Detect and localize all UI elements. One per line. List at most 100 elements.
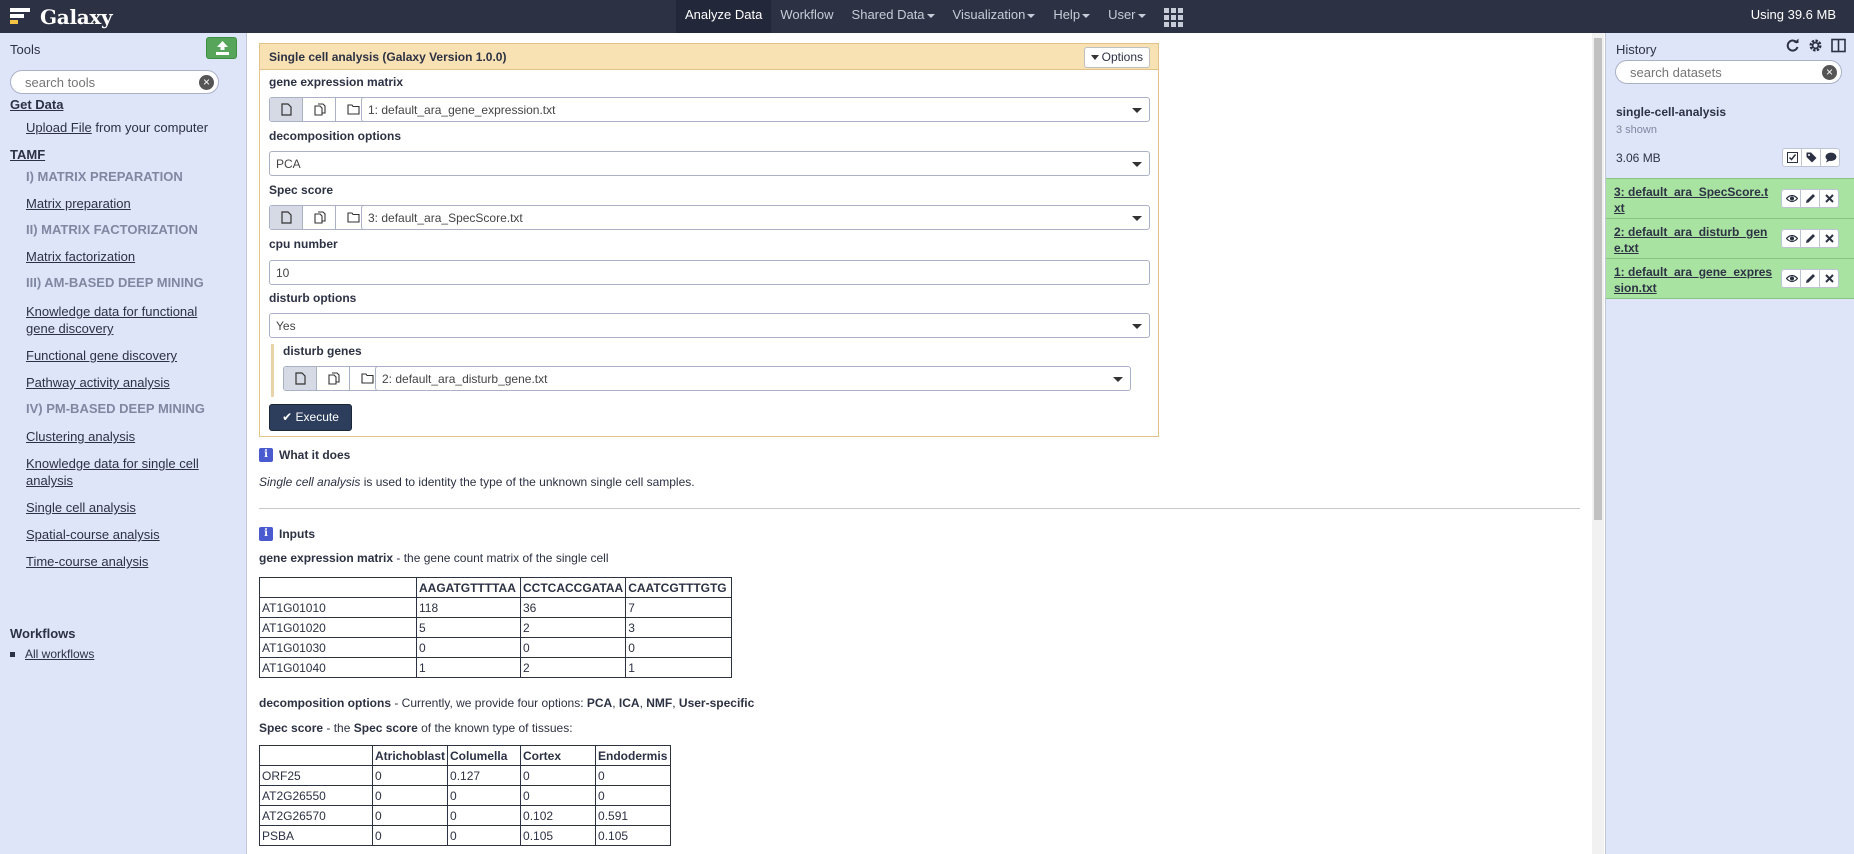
multiple-datasets-button[interactable] <box>303 98 336 121</box>
history-search[interactable]: × <box>1615 60 1842 84</box>
tool-upload-file[interactable]: Upload File from your computer <box>26 119 226 136</box>
table-row: ORF25 0 0.127 0 0 <box>259 765 671 786</box>
dataset-title[interactable]: 2: default_ara_disturb_gene.txt <box>1614 224 1774 256</box>
view-button[interactable] <box>1781 189 1801 208</box>
table-cell: AT2G26570 <box>259 805 373 826</box>
tool-time-course-analysis[interactable]: Time-course analysis <box>26 553 226 570</box>
nav-shared-data[interactable]: Shared Data <box>843 0 944 33</box>
disturb-options-select[interactable]: Yes <box>269 313 1150 338</box>
nav-label: Help <box>1053 7 1081 22</box>
clear-search-icon[interactable]: × <box>1822 65 1837 80</box>
multiple-datasets-button[interactable] <box>317 367 350 390</box>
edit-button[interactable] <box>1800 269 1820 288</box>
nav-help[interactable]: Help <box>1044 0 1099 33</box>
tool-pathway-activity-analysis[interactable]: Pathway activity analysis <box>26 374 226 391</box>
nav-label: Analyze Data <box>685 7 763 22</box>
tool-search[interactable]: × <box>10 70 219 94</box>
options-button[interactable]: Options <box>1083 47 1150 68</box>
spec-score-table: Atrichoblast Columella Cortex Endodermis… <box>259 745 671 846</box>
nav-analyze-data[interactable]: Analyze Data <box>676 0 772 33</box>
close-icon <box>1825 194 1834 203</box>
nav-label: Visualization <box>952 7 1026 22</box>
table-cell: 0 <box>447 825 522 846</box>
delete-button[interactable] <box>1819 229 1839 248</box>
all-workflows-link[interactable]: All workflows <box>25 647 94 661</box>
center-scrollbar[interactable] <box>1592 33 1604 854</box>
scrollbar-thumb[interactable] <box>1594 38 1602 520</box>
disturb-genes-select[interactable]: 2: default_ara_disturb_gene.txt <box>375 366 1131 391</box>
delete-button[interactable] <box>1819 269 1839 288</box>
single-dataset-button[interactable] <box>270 206 303 229</box>
upload-file-link[interactable]: Upload File <box>26 120 92 135</box>
history-title: History <box>1616 42 1657 57</box>
gear-icon[interactable] <box>1808 38 1823 53</box>
nav-visualization[interactable]: Visualization <box>944 0 1045 33</box>
dataset-title[interactable]: 3: default_ara_SpecScore.txt <box>1614 184 1774 216</box>
execute-button[interactable]: ✔ Execute <box>269 404 352 431</box>
tool-knowledge-single-cell[interactable]: Knowledge data for single cell analysis <box>26 455 226 489</box>
table-cell: AT2G26550 <box>259 785 373 806</box>
dataset-item[interactable]: 3: default_ara_SpecScore.txt <box>1606 178 1854 218</box>
tool-panel-title: Tools <box>10 42 41 57</box>
tool-name-emphasis: Single cell analysis <box>259 475 361 489</box>
gene-expression-matrix-select[interactable]: 1: default_ara_gene_expression.txt <box>361 97 1150 122</box>
edit-button[interactable] <box>1800 189 1820 208</box>
tool-clustering-analysis[interactable]: Clustering analysis <box>26 428 226 445</box>
single-dataset-button[interactable] <box>270 98 303 121</box>
brand[interactable]: Galaxy <box>10 3 113 30</box>
columns-icon[interactable] <box>1831 38 1846 53</box>
multiple-datasets-button[interactable] <box>303 206 336 229</box>
dataset-item[interactable]: 2: default_ara_disturb_gene.txt <box>1606 218 1854 258</box>
nav-user[interactable]: User <box>1099 0 1154 33</box>
nav-apps[interactable] <box>1155 0 1192 33</box>
table-cell: 0.127 <box>447 765 522 786</box>
table-row: AT1G01020 5 2 3 <box>259 617 732 638</box>
eye-icon <box>1786 194 1798 203</box>
tool-matrix-factorization[interactable]: Matrix factorization <box>26 248 226 265</box>
view-button[interactable] <box>1781 229 1801 248</box>
history-name[interactable]: single-cell-analysis <box>1616 105 1726 119</box>
cpu-number-value: 10 <box>276 266 290 280</box>
tool-matrix-preparation[interactable]: Matrix preparation <box>26 195 226 212</box>
clear-search-icon[interactable]: × <box>199 75 214 90</box>
quota-meter[interactable]: Using 39.6 MB <box>1751 0 1836 30</box>
refresh-icon[interactable] <box>1785 38 1800 53</box>
tool-spatial-course-analysis[interactable]: Spatial-course analysis <box>26 526 226 543</box>
heading-text: What it does <box>279 448 351 462</box>
table-header: Columella <box>447 745 522 766</box>
heading-text: Inputs <box>279 527 315 541</box>
single-dataset-button[interactable] <box>284 367 317 390</box>
edit-button[interactable] <box>1800 229 1820 248</box>
tool-functional-gene-discovery[interactable]: Functional gene discovery <box>26 347 226 364</box>
folder-icon <box>361 373 374 384</box>
select-items-button[interactable] <box>1782 148 1802 167</box>
tool-search-input[interactable] <box>25 75 175 90</box>
table-header: CCTCACCGATAA <box>519 577 627 598</box>
decomposition-options-select[interactable]: PCA <box>269 151 1150 176</box>
tags-button[interactable] <box>1801 148 1821 167</box>
spec-score-select[interactable]: 3: default_ara_SpecScore.txt <box>361 205 1150 230</box>
tool-knowledge-functional-gene[interactable]: Knowledge data for functional gene disco… <box>26 303 226 337</box>
execute-label: Execute <box>295 410 339 424</box>
nav-label: User <box>1108 7 1136 22</box>
masthead: Galaxy Analyze Data Workflow Shared Data… <box>0 0 1854 33</box>
section-get-data[interactable]: Get Data <box>10 97 63 112</box>
tool-panel-header: Tools <box>0 33 246 63</box>
history-search-input[interactable] <box>1630 65 1780 80</box>
nav-workflow[interactable]: Workflow <box>771 0 842 33</box>
dataset-item[interactable]: 1: default_ara_gene_expression.txt <box>1606 258 1854 299</box>
cpu-number-input[interactable]: 10 <box>269 260 1150 285</box>
files-icon <box>314 211 326 224</box>
section-tamf[interactable]: TAMF <box>10 147 45 162</box>
delete-button[interactable] <box>1819 189 1839 208</box>
tool-single-cell-analysis[interactable]: Single cell analysis <box>26 499 226 516</box>
dataset-title[interactable]: 1: default_ara_gene_expression.txt <box>1614 264 1774 296</box>
spec-score-value: 3: default_ara_SpecScore.txt <box>368 211 523 225</box>
upload-button[interactable] <box>206 37 237 59</box>
view-button[interactable] <box>1781 269 1801 288</box>
annotation-button[interactable] <box>1820 148 1840 167</box>
all-workflows-item[interactable]: All workflows <box>10 647 94 661</box>
option: PCA <box>586 696 613 710</box>
gem-description: gene expression matrix - the gene count … <box>259 551 609 565</box>
disturb-genes-value: 2: default_ara_disturb_gene.txt <box>382 372 548 386</box>
